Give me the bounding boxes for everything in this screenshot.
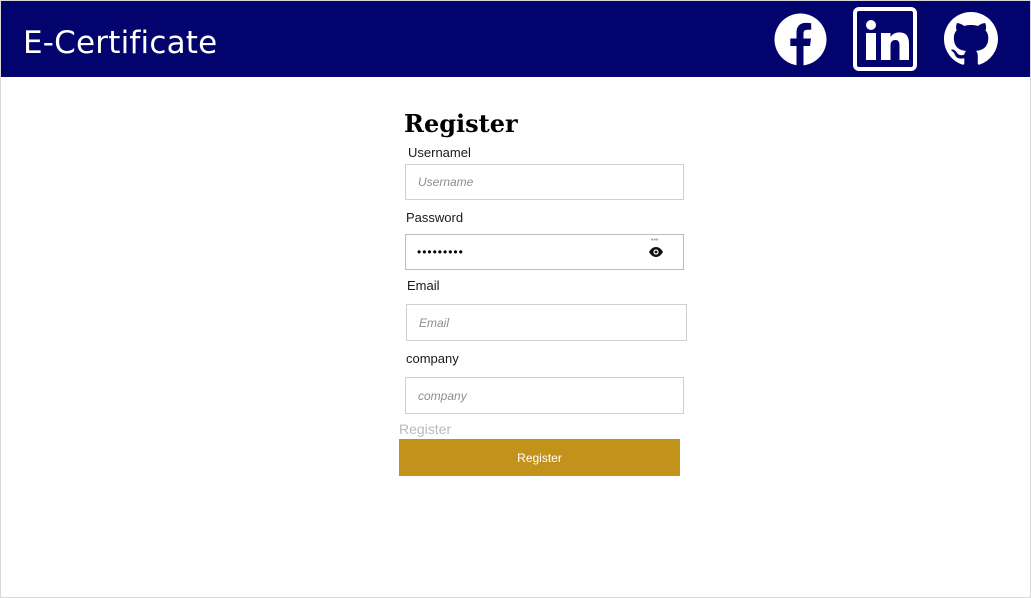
facebook-icon	[774, 13, 826, 66]
email-label: Email	[407, 278, 440, 293]
email-input[interactable]	[406, 304, 687, 341]
password-label: Password	[406, 210, 464, 225]
facebook-link[interactable]	[771, 1, 829, 77]
password-input[interactable]: ••••••••• •••	[405, 234, 684, 270]
page: E-Certificate Register Usernamel Pas	[0, 0, 1031, 598]
github-icon	[944, 12, 998, 65]
header-bar: E-Certificate	[1, 1, 1030, 77]
register-button[interactable]: Register	[399, 439, 680, 476]
username-label: Usernamel	[408, 145, 471, 160]
ghost-register-text: Register	[399, 421, 452, 437]
password-value: •••••••••	[417, 245, 464, 259]
company-input[interactable]	[405, 377, 684, 414]
password-hint-icon: •••	[651, 237, 659, 244]
github-link[interactable]	[941, 1, 1001, 77]
app-title: E-Certificate	[23, 25, 218, 61]
username-input[interactable]	[405, 164, 684, 200]
linkedin-icon	[853, 7, 917, 71]
eye-icon[interactable]	[648, 245, 664, 259]
linkedin-link[interactable]	[851, 1, 919, 77]
company-label: company	[406, 351, 459, 366]
form-title: Register	[404, 109, 518, 138]
